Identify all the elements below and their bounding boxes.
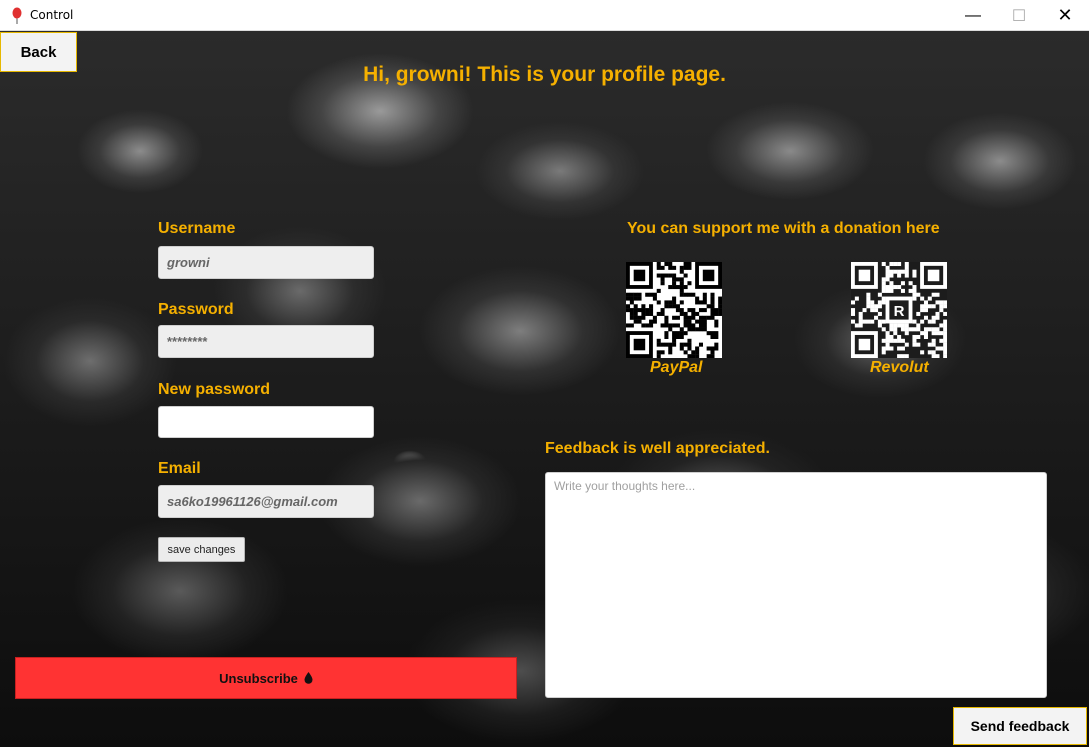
window-title: Control [30, 8, 74, 22]
drop-icon [304, 672, 313, 684]
new-password-label: New password [158, 381, 271, 398]
feedback-textarea[interactable] [545, 472, 1047, 698]
email-label: Email [158, 460, 201, 477]
revolut-label: Revolut [870, 359, 929, 376]
paypal-qr-code-icon [626, 262, 722, 358]
send-feedback-button[interactable]: Send feedback [953, 707, 1087, 745]
password-field[interactable] [158, 325, 374, 358]
email-field[interactable] [158, 485, 374, 518]
maximize-button[interactable]: ☐ [996, 0, 1042, 31]
svg-text:R: R [894, 303, 905, 320]
unsubscribe-button[interactable]: Unsubscribe [15, 657, 517, 699]
page-title: Hi, growni! This is your profile page. [363, 63, 726, 86]
title-bar: Control — ☐ ✕ [0, 0, 1089, 31]
close-button[interactable]: ✕ [1042, 0, 1088, 31]
save-changes-button[interactable]: save changes [158, 537, 245, 562]
feedback-heading: Feedback is well appreciated. [545, 440, 770, 457]
password-label: Password [158, 301, 234, 318]
donation-heading: You can support me with a donation here [627, 220, 940, 237]
balloon-icon [12, 7, 22, 24]
revolut-qr-code-icon: R [851, 262, 947, 358]
paypal-label: PayPal [650, 359, 703, 376]
new-password-field[interactable] [158, 406, 374, 438]
minimize-button[interactable]: — [950, 0, 996, 31]
unsubscribe-label: Unsubscribe [219, 670, 298, 686]
username-field[interactable] [158, 246, 374, 279]
username-label: Username [158, 220, 236, 237]
